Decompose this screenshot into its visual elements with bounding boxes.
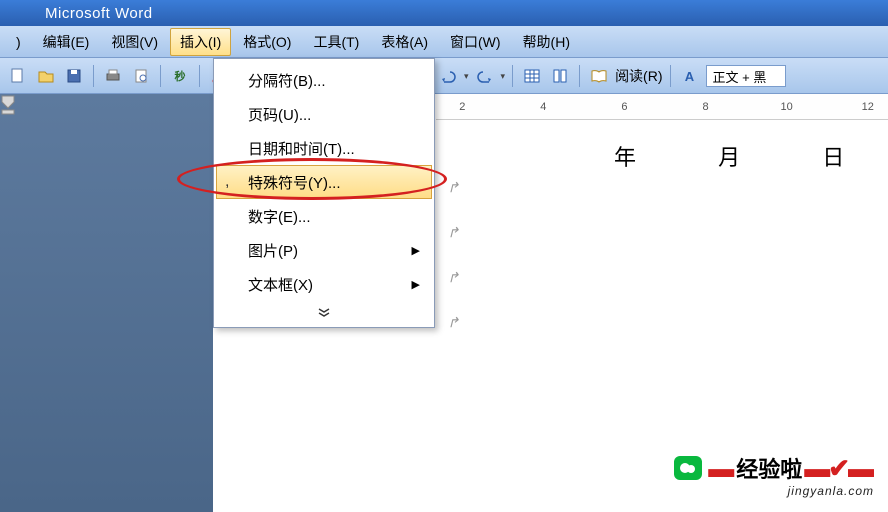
dd-break-label: 分隔符(B)...: [248, 70, 326, 91]
read-mode-label[interactable]: 阅读(R): [615, 66, 662, 86]
paragraph-mark-icon: ↲: [450, 313, 462, 330]
dd-picture-label: 图片(P): [248, 240, 298, 261]
toolbar-separator: [199, 65, 200, 87]
style-dropdown[interactable]: 正文 + 黑: [706, 65, 786, 87]
menu-insert[interactable]: 插入(I): [170, 28, 231, 56]
style-icon[interactable]: A: [678, 64, 702, 88]
open-icon[interactable]: [34, 64, 58, 88]
dd-special-char[interactable]: , 特殊符号(Y)...: [216, 165, 432, 199]
dd-special-label: 特殊符号(Y)...: [248, 172, 341, 193]
save-icon[interactable]: [62, 64, 86, 88]
menu-bar: ) 编辑(E) 视图(V) 插入(I) 格式(O) 工具(T) 表格(A) 窗口…: [0, 26, 888, 58]
preview-icon[interactable]: [129, 64, 153, 88]
checkmark-icon: ✔: [828, 453, 850, 484]
ruler-tick: 12: [847, 101, 888, 113]
undo-icon[interactable]: [436, 64, 460, 88]
submenu-arrow-icon: ▶: [412, 244, 420, 257]
dash-icon: ▬: [848, 453, 874, 484]
menu-tools[interactable]: 工具(T): [303, 28, 369, 56]
title-bar: Microsoft Word: [0, 0, 888, 26]
ruler-tick: 6: [604, 101, 645, 113]
paragraph-mark-icon: ↲: [450, 223, 462, 240]
menu-edit[interactable]: 编辑(E): [33, 28, 100, 56]
toolbar-separator: [93, 65, 94, 87]
left-nav-panel: [0, 94, 213, 512]
watermark: ▬ 经验啦 ▬ ✔ ▬ jingyanla.com: [674, 452, 874, 498]
ruler-tick: 4: [523, 101, 564, 113]
dash-icon: ▬: [708, 453, 734, 484]
dd-pagenum-label: 页码(U)...: [248, 104, 311, 125]
ruler-tick: 8: [685, 101, 726, 113]
menu-table[interactable]: 表格(A): [371, 28, 438, 56]
insert-dropdown: 分隔符(B)... 页码(U)... 日期和时间(T)... , 特殊符号(Y)…: [213, 58, 435, 328]
dash-icon: ▬: [804, 453, 830, 484]
menu-view[interactable]: 视图(V): [101, 28, 168, 56]
new-doc-icon[interactable]: [6, 64, 30, 88]
menu-window[interactable]: 窗口(W): [440, 28, 511, 56]
paragraph-mark-icon: ↲: [450, 178, 462, 195]
watermark-url: jingyanla.com: [674, 484, 874, 498]
dd-number-label: 数字(E)...: [248, 206, 311, 227]
toolbar-separator: [512, 65, 513, 87]
ruler[interactable]: 2 4 6 8 10 12: [436, 94, 888, 120]
dd-number[interactable]: 数字(E)...: [216, 199, 432, 233]
read-mode-icon[interactable]: [587, 64, 611, 88]
menu-file-suffix[interactable]: ): [6, 30, 31, 54]
columns-icon[interactable]: [548, 64, 572, 88]
dd-datetime-label: 日期和时间(T)...: [248, 138, 355, 159]
wechat-icon: [674, 456, 702, 480]
submenu-arrow-icon: ▶: [412, 278, 420, 291]
paragraph-mark-icon: ↲: [450, 268, 462, 285]
dd-textbox[interactable]: 文本框(X) ▶: [216, 267, 432, 301]
toolbar-separator: [579, 65, 580, 87]
dd-textbox-label: 文本框(X): [248, 274, 313, 295]
style-value: 正文 + 黑: [713, 67, 767, 86]
print-icon[interactable]: [101, 64, 125, 88]
dd-break[interactable]: 分隔符(B)...: [216, 63, 432, 97]
quote-icon: ,: [225, 173, 229, 191]
chevron-down-icon: [315, 305, 333, 319]
table-icon[interactable]: [520, 64, 544, 88]
redo-icon[interactable]: [473, 64, 497, 88]
dd-picture[interactable]: 图片(P) ▶: [216, 233, 432, 267]
dd-datetime[interactable]: 日期和时间(T)...: [216, 131, 432, 165]
menu-format[interactable]: 格式(O): [233, 28, 301, 56]
toolbar-right: ▾ ▾ 阅读(R) A 正文 + 黑: [436, 58, 786, 94]
watermark-text: 经验啦: [736, 452, 802, 484]
dd-expand[interactable]: [216, 301, 432, 321]
app-title: Microsoft Word: [45, 5, 153, 22]
spellcheck-icon[interactable]: 秒: [168, 64, 192, 88]
menu-help[interactable]: 帮助(H): [513, 28, 580, 56]
dd-pagenum[interactable]: 页码(U)...: [216, 97, 432, 131]
doc-dateline: 年 月 日: [614, 140, 882, 172]
toolbar-separator: [670, 65, 671, 87]
ruler-tick: 10: [766, 101, 807, 113]
ruler-tick: 2: [442, 101, 483, 113]
ruler-indent-marker[interactable]: [0, 94, 16, 119]
toolbar-separator: [160, 65, 161, 87]
